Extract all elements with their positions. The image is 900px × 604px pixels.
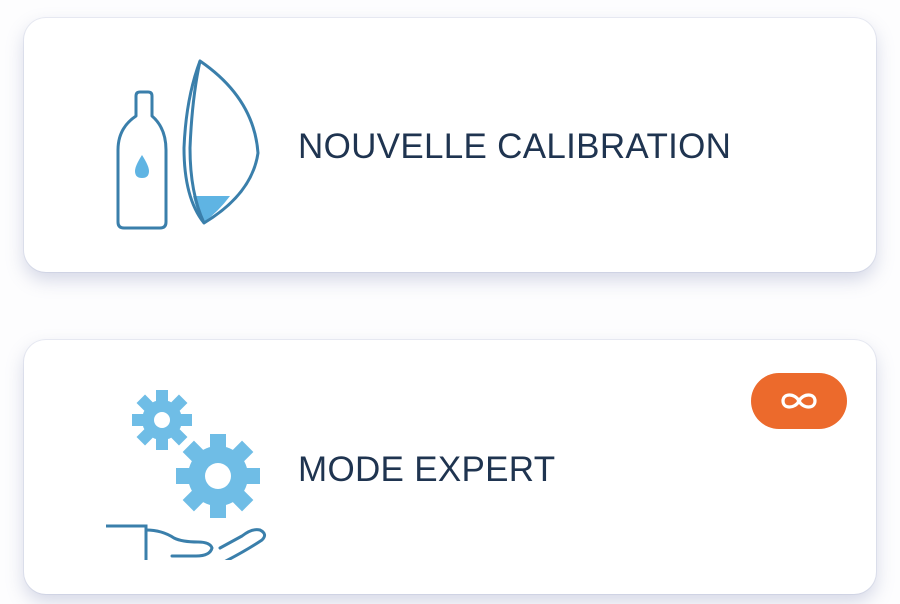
new-calibration-label: NOUVELLE CALIBRATION	[298, 127, 732, 166]
menu-screen: NOUVELLE CALIBRATION MODE EXPERT	[0, 0, 900, 604]
unlimited-badge	[751, 373, 847, 429]
solution-bottle-and-lens-icon	[102, 58, 272, 238]
new-calibration-card[interactable]: NOUVELLE CALIBRATION	[24, 18, 876, 272]
gears-in-hand-icon	[102, 380, 272, 560]
expert-mode-card[interactable]: MODE EXPERT	[24, 340, 876, 594]
expert-mode-label: MODE EXPERT	[298, 450, 556, 489]
infinity-icon	[781, 393, 817, 409]
